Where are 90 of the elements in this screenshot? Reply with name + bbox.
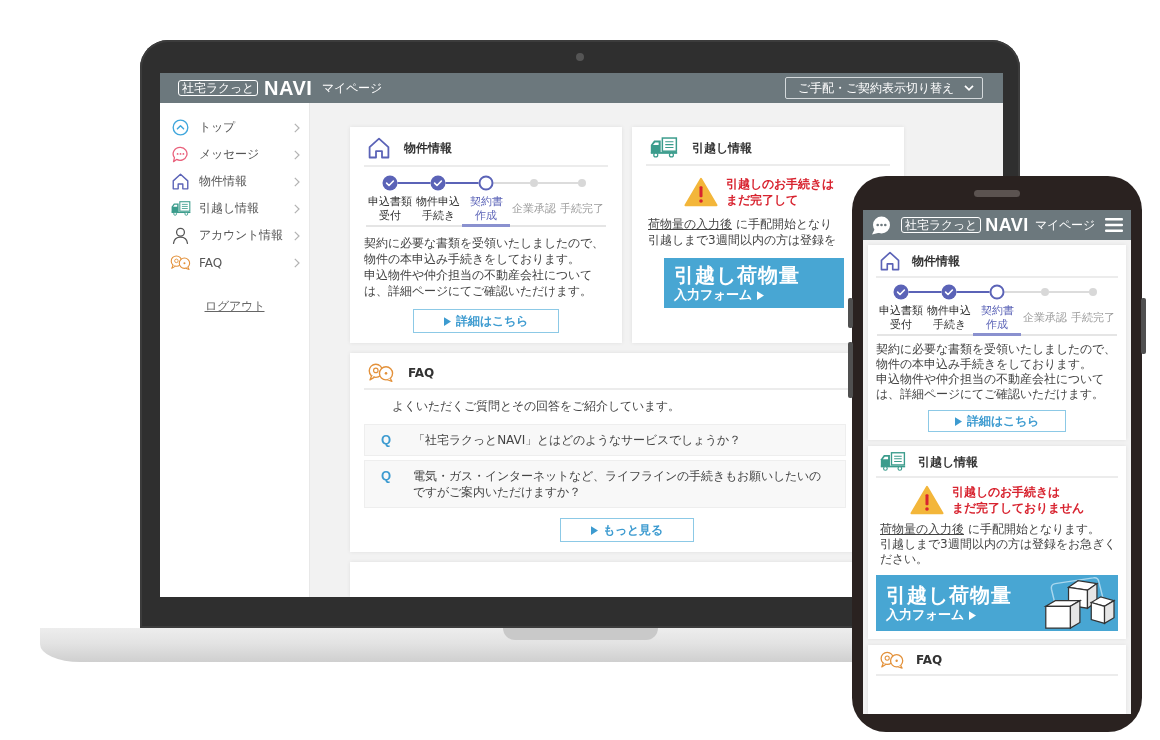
- logout-link[interactable]: ログアウト: [204, 298, 265, 315]
- step-label: 申込書類: [368, 195, 412, 209]
- question-marker: Q: [381, 468, 392, 484]
- card-description: 申込物件や仲介担当の不動産会社については、詳細ページにてご確認いただけます。: [364, 267, 593, 299]
- chevron-down-icon: [964, 85, 974, 91]
- person-icon: [172, 227, 189, 244]
- step-label: 申込書類: [879, 304, 923, 318]
- question-text: 電気・ガス・インターネットなど、ライフラインの手続きもお願いしたいのですがご案内いただけますか？: [413, 468, 823, 500]
- question-marker: Q: [381, 432, 392, 448]
- caret-right-icon: [955, 416, 962, 426]
- step-label: 企業承認: [512, 202, 556, 216]
- chevron-up-circle-icon: [172, 119, 189, 136]
- sidebar-item[interactable]: トップ: [160, 114, 309, 141]
- side-key: [848, 342, 853, 398]
- sidebar-item[interactable]: FAQ: [160, 249, 309, 276]
- chevron-right-icon: [294, 122, 300, 133]
- step-label: 手続完了: [560, 202, 604, 216]
- warning-icon: [910, 485, 944, 515]
- card-title: 物件情報: [912, 253, 960, 269]
- card-title: 引越し情報: [692, 139, 752, 156]
- view-switcher[interactable]: ご手配・ご契約表示切り替え: [785, 77, 983, 99]
- speech-bubbles-icon: [368, 363, 394, 382]
- speech-bubbles-icon: [170, 255, 191, 270]
- step-label: 受付: [890, 318, 912, 332]
- page-subtitle: マイページ: [322, 79, 383, 97]
- faq-item[interactable]: Q 「社宅ラクっとNAVI」とはどのようなサービスでしょうか？: [364, 424, 846, 456]
- house-icon: [880, 251, 900, 271]
- card-description: 契約に必要な書類を受領いたしましたので、物件の本申込み手続きをしております。: [364, 235, 605, 267]
- speech-bubbles-icon: [880, 651, 904, 669]
- step-label: 受付: [379, 209, 401, 223]
- step-label: 契約書: [469, 195, 503, 209]
- sidebar-item[interactable]: メッセージ: [160, 141, 309, 168]
- truck-icon: [170, 201, 191, 216]
- house-icon: [172, 173, 189, 190]
- faq-intro: よくいただくご質問とその回答をご紹介しています。: [392, 398, 680, 414]
- caret-right-icon: [969, 610, 976, 620]
- earpiece-icon: [974, 190, 1020, 197]
- logo-tagline: 社宅ラクっと: [178, 80, 258, 96]
- truck-icon: [650, 137, 678, 158]
- question-text: 「社宅ラクっとNAVI」とはどのようなサービスでしょうか？: [413, 432, 742, 448]
- chevron-right-icon: [294, 176, 300, 187]
- step-label: 手続き: [932, 318, 966, 332]
- step-label: 物件申込: [416, 195, 460, 209]
- alert-message: 引越しのお手続きは: [952, 484, 1061, 500]
- card-title: 物件情報: [404, 140, 452, 156]
- moving-note: 引越しまで3週間以内の方は登録を: [648, 232, 836, 248]
- truck-icon: [880, 452, 906, 471]
- alert-message: まだ完了して: [726, 192, 799, 208]
- card-title: 引越し情報: [918, 453, 978, 470]
- moving-note: 引越しまで3週間以内の方は登録をお急ぎください。: [880, 537, 1117, 567]
- chevron-right-icon: [294, 149, 300, 160]
- faq-item[interactable]: Q 電気・ガス・インターネットなど、ライフラインの手続きもお願いしたいのですがご案内いただけますか？: [364, 460, 846, 508]
- webcam-icon: [576, 53, 584, 61]
- input-link[interactable]: 荷物量の入力後: [880, 522, 964, 536]
- step-label: 企業承認: [1023, 311, 1067, 325]
- caret-right-icon: [444, 316, 451, 326]
- logo-tagline: 社宅ラクっと: [901, 217, 982, 233]
- alert-message: 引越しのお手続きは: [726, 176, 834, 192]
- card-description: 契約に必要な書類を受領いたしましたので、物件の本申込み手続きをしております。: [876, 342, 1117, 372]
- step-label: 作成: [986, 318, 1008, 332]
- step-label: 手続完了: [1071, 311, 1115, 325]
- logo-text: NAVI: [264, 78, 313, 98]
- sidebar-item[interactable]: アカウント情報: [160, 222, 309, 249]
- logo-text: NAVI: [985, 216, 1029, 234]
- chat-bubble-icon: [172, 146, 189, 163]
- card-description: 申込物件や仲介担当の不動産会社については、詳細ページにてご確認いただけます。: [876, 372, 1105, 402]
- sidebar-item[interactable]: 物件情報: [160, 168, 309, 195]
- side-key: [1141, 298, 1146, 354]
- caret-right-icon: [757, 290, 764, 300]
- moving-note: 荷物量の入力後 に手配開始となり: [648, 216, 832, 232]
- sidebar-item[interactable]: 引越し情報: [160, 195, 309, 222]
- step-label: 契約書: [980, 304, 1014, 318]
- menu-icon[interactable]: [1105, 218, 1123, 232]
- chevron-right-icon: [294, 257, 300, 268]
- warning-icon: [684, 177, 718, 207]
- chat-bubble-icon[interactable]: [871, 215, 891, 235]
- input-link[interactable]: 荷物量の入力後: [648, 217, 732, 231]
- step-label: 手続き: [421, 209, 455, 223]
- page-subtitle: マイページ: [1034, 216, 1095, 234]
- step-label: 作成: [475, 209, 497, 223]
- chevron-right-icon: [294, 203, 300, 214]
- house-icon: [368, 137, 390, 159]
- card-title: FAQ: [408, 364, 435, 381]
- side-key: [848, 298, 853, 328]
- alert-message: まだ完了しておりません: [952, 500, 1084, 516]
- caret-right-icon: [591, 525, 598, 535]
- chevron-right-icon: [294, 230, 300, 241]
- card-title: FAQ: [916, 652, 943, 668]
- moving-note: 荷物量の入力後 に手配開始となります。: [880, 522, 1100, 537]
- step-label: 物件申込: [927, 304, 971, 318]
